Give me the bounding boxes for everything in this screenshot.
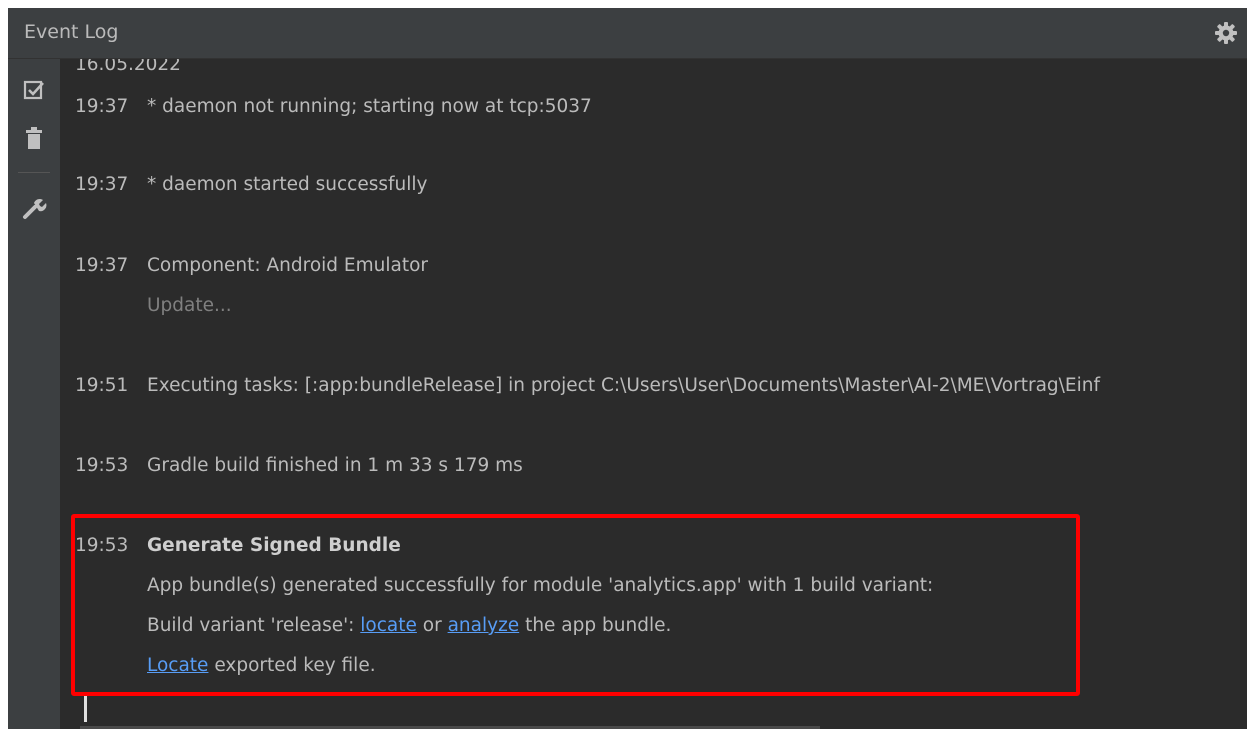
text-caret — [84, 696, 87, 722]
window-title: Event Log — [24, 21, 119, 43]
log-sub-message: Update... — [147, 295, 232, 316]
log-message: Gradle build finished in 1 m 33 s 179 ms — [147, 455, 523, 476]
title-bar: Event Log — [8, 8, 1247, 59]
event-log-window: Event Log 16.05.2022 19:37 * daemon not … — [8, 8, 1247, 729]
mark-all-read-icon[interactable] — [21, 77, 47, 103]
log-message: * daemon not running; starting now at tc… — [147, 96, 592, 117]
log-date: 16.05.2022 — [75, 59, 181, 75]
side-toolbar — [8, 59, 60, 729]
log-time: 19:37 — [75, 174, 129, 195]
log-time: 19:51 — [75, 375, 129, 396]
wrench-icon[interactable] — [21, 195, 47, 221]
log-time: 19:53 — [75, 455, 129, 476]
log-time: 19:37 — [75, 96, 129, 117]
log-message: Executing tasks: [:app:bundleRelease] in… — [147, 375, 1100, 396]
horizontal-scrollbar[interactable] — [80, 726, 820, 729]
toolbar-separator — [18, 172, 50, 173]
trash-icon[interactable] — [21, 125, 47, 151]
highlight-box — [71, 514, 1080, 696]
gear-icon[interactable] — [1213, 20, 1239, 46]
log-time: 19:37 — [75, 255, 129, 276]
log-message: * daemon started successfully — [147, 174, 428, 195]
log-message: Component: Android Emulator — [147, 255, 429, 276]
event-log-content: 16.05.2022 19:37 * daemon not running; s… — [60, 59, 1247, 729]
